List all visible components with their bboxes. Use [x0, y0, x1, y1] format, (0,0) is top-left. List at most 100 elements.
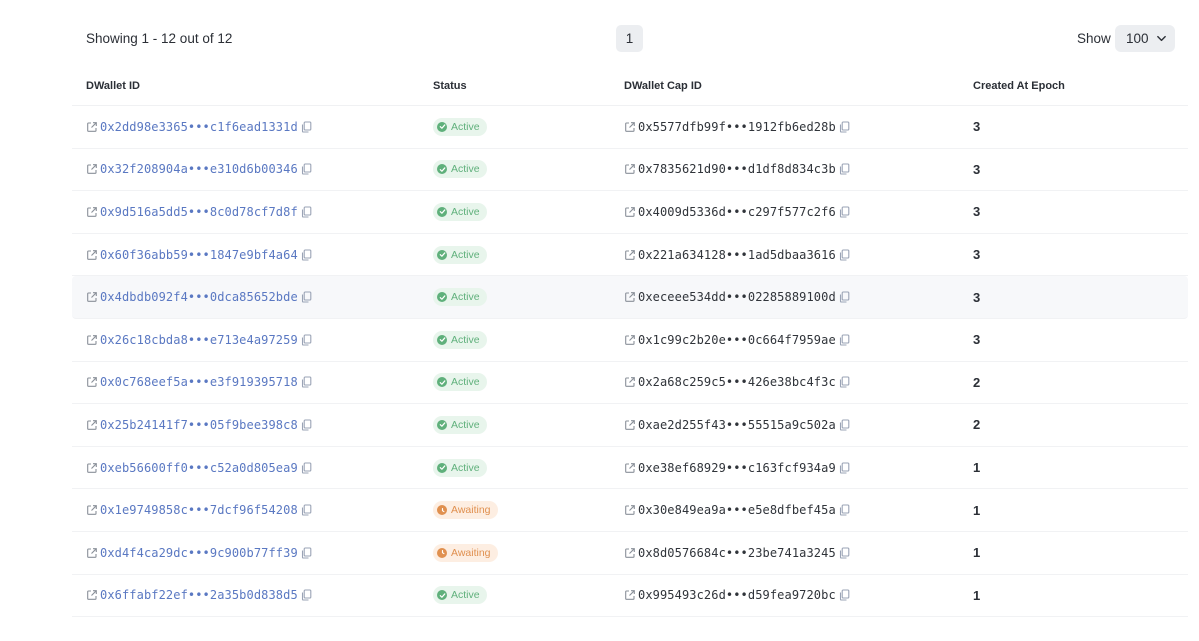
copy-icon[interactable]: [839, 547, 850, 559]
status-cell: Active: [433, 319, 487, 361]
status-cell: Awaiting: [433, 532, 498, 574]
external-link-icon[interactable]: [86, 121, 98, 133]
copy-icon[interactable]: [301, 163, 312, 175]
dwallet-id-link[interactable]: 0x25b24141f7•••05f9bee398c8: [100, 418, 298, 432]
status-badge: Active: [433, 330, 487, 349]
copy-icon[interactable]: [301, 291, 312, 303]
page-size-select[interactable]: 100: [1115, 25, 1175, 52]
dwallet-cap-id-link[interactable]: 0xeceee534dd•••02285889100d: [638, 290, 836, 304]
external-link-icon[interactable]: [624, 121, 636, 133]
copy-icon[interactable]: [301, 206, 312, 218]
dwallet-cap-id-link[interactable]: 0xe38ef68929•••c163fcf934a9: [638, 461, 836, 475]
created-at-epoch-cell: 2: [973, 417, 981, 433]
dwallet-id-link[interactable]: 0x32f208904a•••e310d6b00346: [100, 162, 298, 176]
check-circle-icon: [437, 334, 447, 345]
dwallet-cap-id-link[interactable]: 0x30e849ea9a•••e5e8dfbef45a: [638, 503, 836, 517]
check-circle-icon: [437, 419, 447, 430]
external-link-icon[interactable]: [86, 291, 98, 303]
dwallet-id-link[interactable]: 0xd4f4ca29dc•••9c900b77ff39: [100, 546, 298, 560]
copy-icon[interactable]: [301, 249, 312, 261]
dwallet-cap-id-link[interactable]: 0x2a68c259c5•••426e38bc4f3c: [638, 375, 836, 389]
status-badge: Active: [433, 586, 487, 605]
show-label: Show: [1077, 31, 1111, 46]
copy-icon[interactable]: [301, 504, 312, 516]
dwallet-cap-id-link[interactable]: 0x4009d5336d•••c297f577c2f6: [638, 205, 836, 219]
status-label: Active: [451, 376, 480, 389]
dwallet-cap-id-link[interactable]: 0x7835621d90•••d1df8d834c3b: [638, 162, 836, 176]
table-row: 0x1e9749858c•••7dcf96f54208 Awaiting 0x3…: [72, 489, 1188, 532]
copy-icon[interactable]: [839, 249, 850, 261]
copy-icon[interactable]: [839, 589, 850, 601]
dwallet-id-link[interactable]: 0xeb56600ff0•••c52a0d805ea9: [100, 461, 298, 475]
table-row: 0x26c18cbda8•••e713e4a97259 Active 0x1c9…: [72, 319, 1188, 362]
external-link-icon[interactable]: [86, 163, 98, 175]
external-link-icon[interactable]: [624, 376, 636, 388]
copy-icon[interactable]: [839, 504, 850, 516]
copy-icon[interactable]: [839, 419, 850, 431]
external-link-icon[interactable]: [86, 206, 98, 218]
header-dwallet-cap-id: DWallet Cap ID: [624, 80, 702, 92]
copy-icon[interactable]: [839, 206, 850, 218]
status-label: Active: [451, 205, 480, 218]
external-link-icon[interactable]: [624, 163, 636, 175]
created-at-epoch-cell: 1: [973, 502, 981, 518]
external-link-icon[interactable]: [624, 462, 636, 474]
external-link-icon[interactable]: [86, 547, 98, 559]
external-link-icon[interactable]: [86, 334, 98, 346]
dwallet-id-cell: 0x26c18cbda8•••e713e4a97259: [86, 319, 312, 361]
external-link-icon[interactable]: [86, 589, 98, 601]
status-label: Awaiting: [451, 504, 491, 517]
copy-icon[interactable]: [301, 589, 312, 601]
copy-icon[interactable]: [839, 163, 850, 175]
dwallet-id-link[interactable]: 0x1e9749858c•••7dcf96f54208: [100, 503, 298, 517]
dwallet-id-link[interactable]: 0x0c768eef5a•••e3f919395718: [100, 375, 298, 389]
created-at-epoch-cell: 3: [973, 332, 981, 348]
dwallet-id-cell: 0x4dbdb092f4•••0dca85652bde: [86, 276, 312, 318]
copy-icon[interactable]: [839, 334, 850, 346]
external-link-icon[interactable]: [624, 419, 636, 431]
page-size-value: 100: [1126, 31, 1149, 46]
external-link-icon[interactable]: [86, 376, 98, 388]
external-link-icon[interactable]: [86, 419, 98, 431]
status-badge: Active: [433, 160, 487, 179]
dwallet-id-link[interactable]: 0x60f36abb59•••1847e9bf4a64: [100, 248, 298, 262]
copy-icon[interactable]: [839, 121, 850, 133]
dwallet-cap-id-link[interactable]: 0x1c99c2b20e•••0c664f7959ae: [638, 333, 836, 347]
copy-icon[interactable]: [301, 334, 312, 346]
copy-icon[interactable]: [301, 376, 312, 388]
created-at-epoch-cell: 1: [973, 460, 981, 476]
dwallet-cap-id-link[interactable]: 0x8d0576684c•••23be741a3245: [638, 546, 836, 560]
external-link-icon[interactable]: [86, 249, 98, 261]
check-circle-icon: [437, 249, 447, 260]
dwallet-cap-id-link[interactable]: 0x5577dfb99f•••1912fb6ed28b: [638, 120, 836, 134]
external-link-icon[interactable]: [624, 504, 636, 516]
dwallet-cap-id-link[interactable]: 0x221a634128•••1ad5dbaa3616: [638, 248, 836, 262]
dwallet-id-link[interactable]: 0x9d516a5dd5•••8c0d78cf7d8f: [100, 205, 298, 219]
dwallet-id-link[interactable]: 0x26c18cbda8•••e713e4a97259: [100, 333, 298, 347]
page-button-1[interactable]: 1: [616, 25, 643, 52]
external-link-icon[interactable]: [624, 249, 636, 261]
copy-icon[interactable]: [301, 121, 312, 133]
external-link-icon[interactable]: [86, 504, 98, 516]
copy-icon[interactable]: [839, 376, 850, 388]
external-link-icon[interactable]: [624, 589, 636, 601]
dwallet-cap-id-link[interactable]: 0x995493c26d•••d59fea9720bc: [638, 588, 836, 602]
copy-icon[interactable]: [839, 461, 850, 474]
status-label: Active: [451, 163, 480, 176]
status-label: Active: [451, 418, 480, 431]
external-link-icon[interactable]: [86, 462, 98, 474]
copy-icon[interactable]: [839, 291, 850, 303]
external-link-icon[interactable]: [624, 334, 636, 346]
external-link-icon[interactable]: [624, 547, 636, 559]
status-badge: Active: [433, 202, 487, 221]
external-link-icon[interactable]: [624, 291, 636, 303]
copy-icon[interactable]: [301, 419, 312, 431]
copy-icon[interactable]: [301, 461, 312, 474]
dwallet-id-link[interactable]: 0x4dbdb092f4•••0dca85652bde: [100, 290, 298, 304]
dwallet-id-link[interactable]: 0x6ffabf22ef•••2a35b0d838d5: [100, 588, 298, 602]
dwallet-id-link[interactable]: 0x2dd98e3365•••c1f6ead1331d: [100, 120, 298, 134]
external-link-icon[interactable]: [624, 206, 636, 218]
dwallet-cap-id-link[interactable]: 0xae2d255f43•••55515a9c502a: [638, 418, 836, 432]
status-cell: Active: [433, 447, 487, 489]
copy-icon[interactable]: [301, 547, 312, 559]
